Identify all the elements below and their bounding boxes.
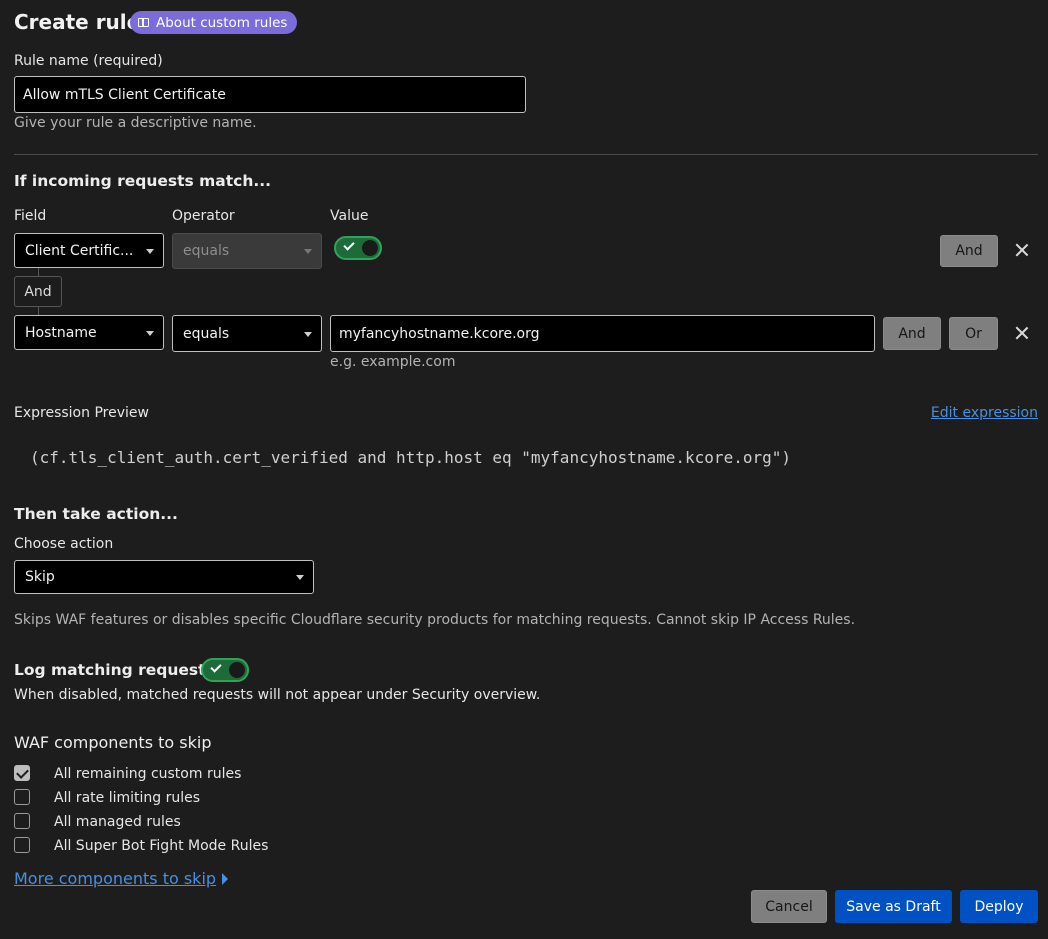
- rule-name-hint: Give your rule a descriptive name.: [14, 115, 257, 131]
- page-title: Create rule: [14, 10, 141, 34]
- deploy-button[interactable]: Deploy: [960, 890, 1038, 923]
- chevron-down-icon: [146, 248, 154, 254]
- hostname-value-input[interactable]: myfancyhostname.kcore.org: [330, 315, 875, 352]
- close-icon[interactable]: [1014, 325, 1030, 341]
- about-custom-rules-badge[interactable]: About custom rules: [130, 11, 298, 34]
- checkbox-managed-rules[interactable]: [14, 813, 30, 829]
- chevron-down-icon: [304, 249, 312, 254]
- rule-name-label: Rule name (required): [14, 53, 163, 69]
- operator-select-1-value: equals: [183, 243, 230, 259]
- cancel-button[interactable]: Cancel: [751, 890, 827, 923]
- checkbox-label: All managed rules: [54, 814, 181, 830]
- value-hint: e.g. example.com: [330, 354, 456, 370]
- rule-name-input[interactable]: Allow mTLS Client Certificate: [14, 76, 526, 113]
- field-select-1-value: Client Certific...: [25, 242, 134, 259]
- field-column-label: Field: [14, 208, 47, 224]
- action-heading: Then take action...: [14, 505, 178, 523]
- and-button-2[interactable]: And: [883, 317, 941, 350]
- operator-select-2-value: equals: [183, 325, 230, 342]
- operator-select-2[interactable]: equals: [172, 315, 322, 352]
- field-select-2[interactable]: Hostname: [14, 315, 164, 350]
- more-components-link[interactable]: More components to skip: [14, 869, 229, 888]
- action-select-value: Skip: [25, 569, 55, 585]
- action-select[interactable]: Skip: [14, 560, 314, 594]
- action-description: Skips WAF features or disables specific …: [14, 612, 856, 628]
- rule-name-value: Allow mTLS Client Certificate: [23, 86, 226, 103]
- checkbox-custom-rules[interactable]: [14, 765, 30, 781]
- save-draft-button[interactable]: Save as Draft: [835, 890, 952, 923]
- check-icon: [343, 239, 355, 251]
- section-divider: [14, 154, 1038, 155]
- checkbox-label: All remaining custom rules: [54, 766, 242, 782]
- field-select-1[interactable]: Client Certific...: [14, 233, 164, 268]
- expression-text: (cf.tls_client_auth.cert_verified and ht…: [30, 448, 791, 467]
- operator-column-label: Operator: [172, 208, 235, 224]
- more-components-label: More components to skip: [14, 869, 217, 888]
- expression-preview-label: Expression Preview: [14, 405, 149, 421]
- checkbox-label: All rate limiting rules: [54, 790, 201, 806]
- connector-line: [38, 268, 39, 276]
- and-joiner: And: [14, 276, 62, 307]
- close-icon[interactable]: [1014, 242, 1030, 258]
- operator-select-1: equals: [172, 233, 322, 269]
- value-column-label: Value: [330, 208, 369, 224]
- edit-expression-link[interactable]: Edit expression: [931, 405, 1038, 421]
- chevron-down-icon: [296, 575, 304, 580]
- check-icon: [210, 661, 222, 673]
- checkbox-label: All Super Bot Fight Mode Rules: [54, 838, 269, 854]
- toggle-knob: [362, 240, 378, 256]
- checkbox-super-bot[interactable]: [14, 837, 30, 853]
- choose-action-label: Choose action: [14, 536, 114, 552]
- caret-right-icon: [222, 872, 229, 885]
- value-toggle[interactable]: [334, 236, 382, 260]
- hostname-value: myfancyhostname.kcore.org: [339, 325, 540, 342]
- log-matching-heading: Log matching requests: [14, 661, 215, 679]
- badge-label: About custom rules: [156, 14, 288, 31]
- and-button-1[interactable]: And: [940, 235, 998, 267]
- toggle-knob: [229, 662, 245, 678]
- chevron-down-icon: [146, 330, 154, 336]
- or-button[interactable]: Or: [949, 317, 998, 350]
- log-matching-hint: When disabled, matched requests will not…: [14, 687, 541, 703]
- match-heading: If incoming requests match...: [14, 172, 272, 190]
- connector-line: [38, 307, 39, 315]
- log-matching-toggle[interactable]: [201, 658, 249, 682]
- field-select-2-value: Hostname: [25, 324, 97, 341]
- waf-heading: WAF components to skip: [14, 733, 212, 752]
- book-icon: [138, 18, 149, 27]
- checkbox-rate-limiting[interactable]: [14, 789, 30, 805]
- chevron-down-icon: [304, 331, 312, 337]
